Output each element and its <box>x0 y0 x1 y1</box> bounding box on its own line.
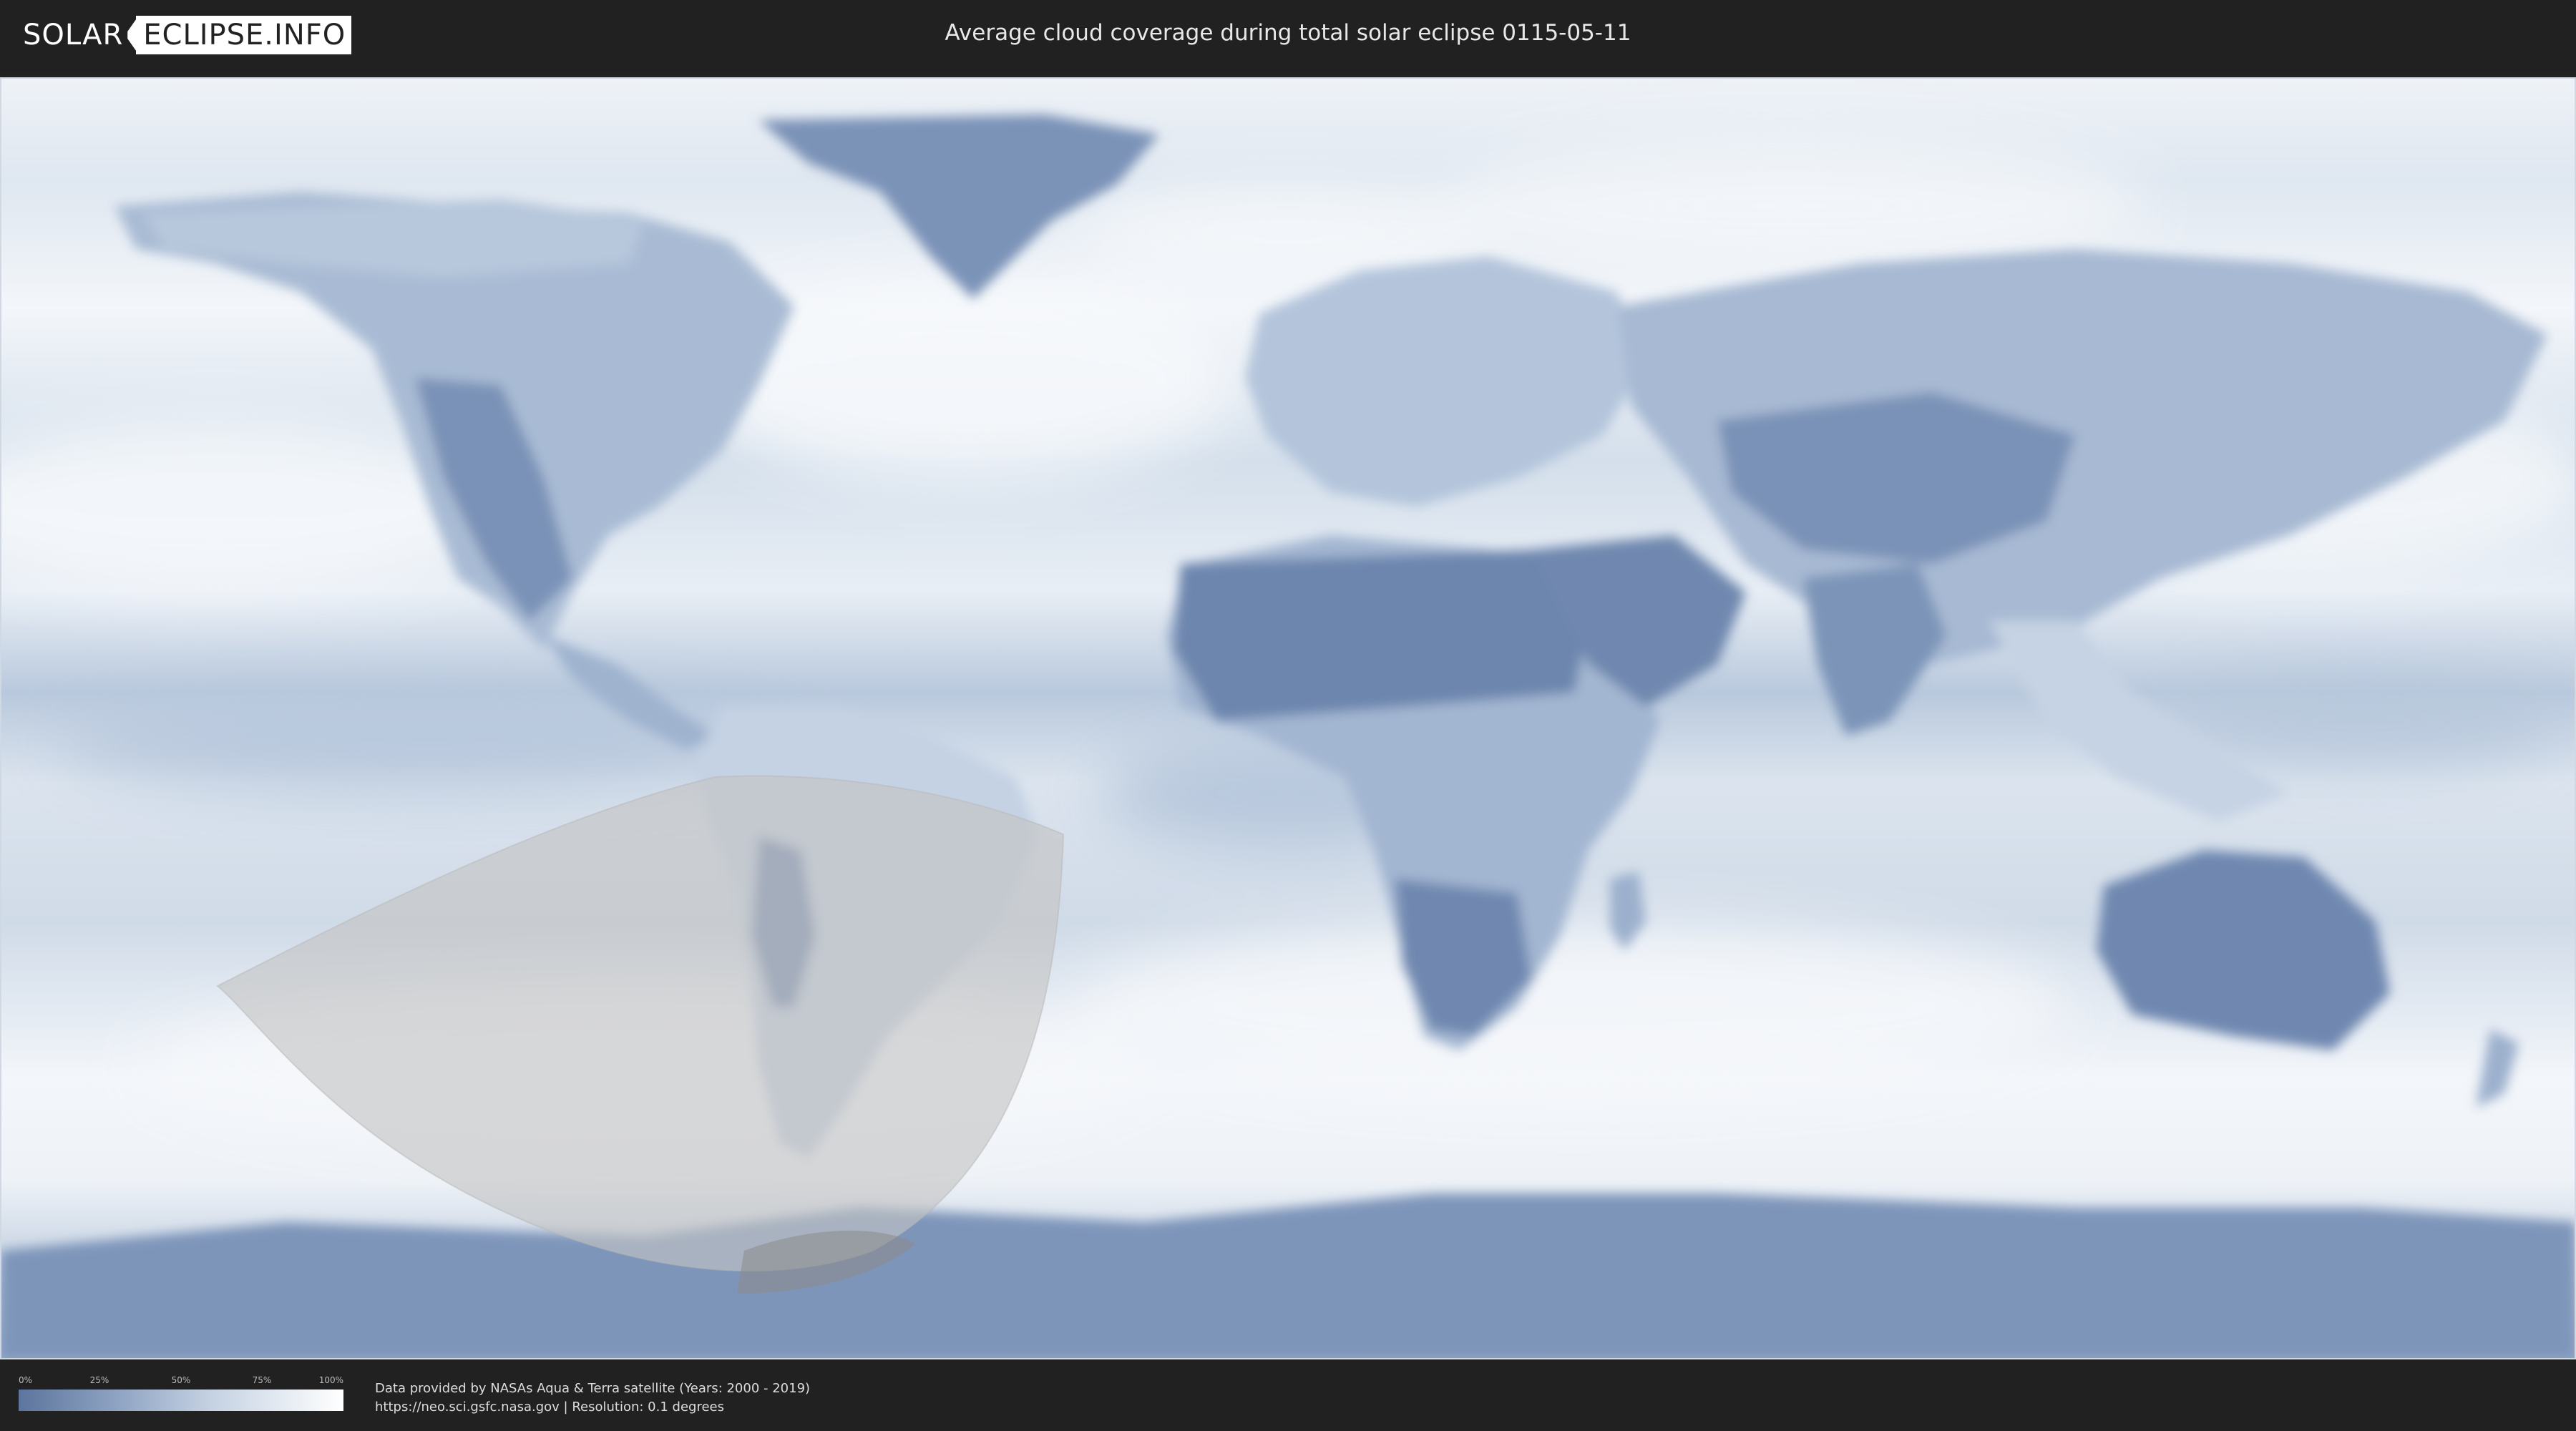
data-source-line-2: https://neo.sci.gsfc.nasa.gov | Resoluti… <box>375 1400 724 1415</box>
sahara <box>1174 550 1589 721</box>
cloud-coverage-legend: 0% 25% 50% 75% 100% <box>19 1375 343 1411</box>
world-map-svg <box>0 77 2576 1359</box>
app-root: SOLAR ECLIPSE.INFO Average cloud coverag… <box>0 0 2576 1431</box>
legend-ticks: 0% 25% 50% 75% 100% <box>19 1375 343 1387</box>
legend-tick-100: 100% <box>318 1375 343 1385</box>
legend-tick-25: 25% <box>89 1375 109 1385</box>
footer-bar: 0% 25% 50% 75% 100% Data provided by NAS… <box>0 1359 2576 1431</box>
legend-tick-0: 0% <box>19 1375 33 1385</box>
legend-tick-50: 50% <box>171 1375 191 1385</box>
page-title: Average cloud coverage during total sola… <box>945 20 1631 46</box>
data-source-line-1: Data provided by NASAs Aqua & Terra sate… <box>375 1381 811 1396</box>
legend-color-bar <box>19 1390 343 1411</box>
data-source-text: Data provided by NASAs Aqua & Terra sate… <box>375 1379 810 1417</box>
legend-tick-75: 75% <box>252 1375 272 1385</box>
header-bar: SOLAR ECLIPSE.INFO Average cloud coverag… <box>0 0 2576 72</box>
cloud-coverage-map[interactable] <box>0 77 2576 1359</box>
